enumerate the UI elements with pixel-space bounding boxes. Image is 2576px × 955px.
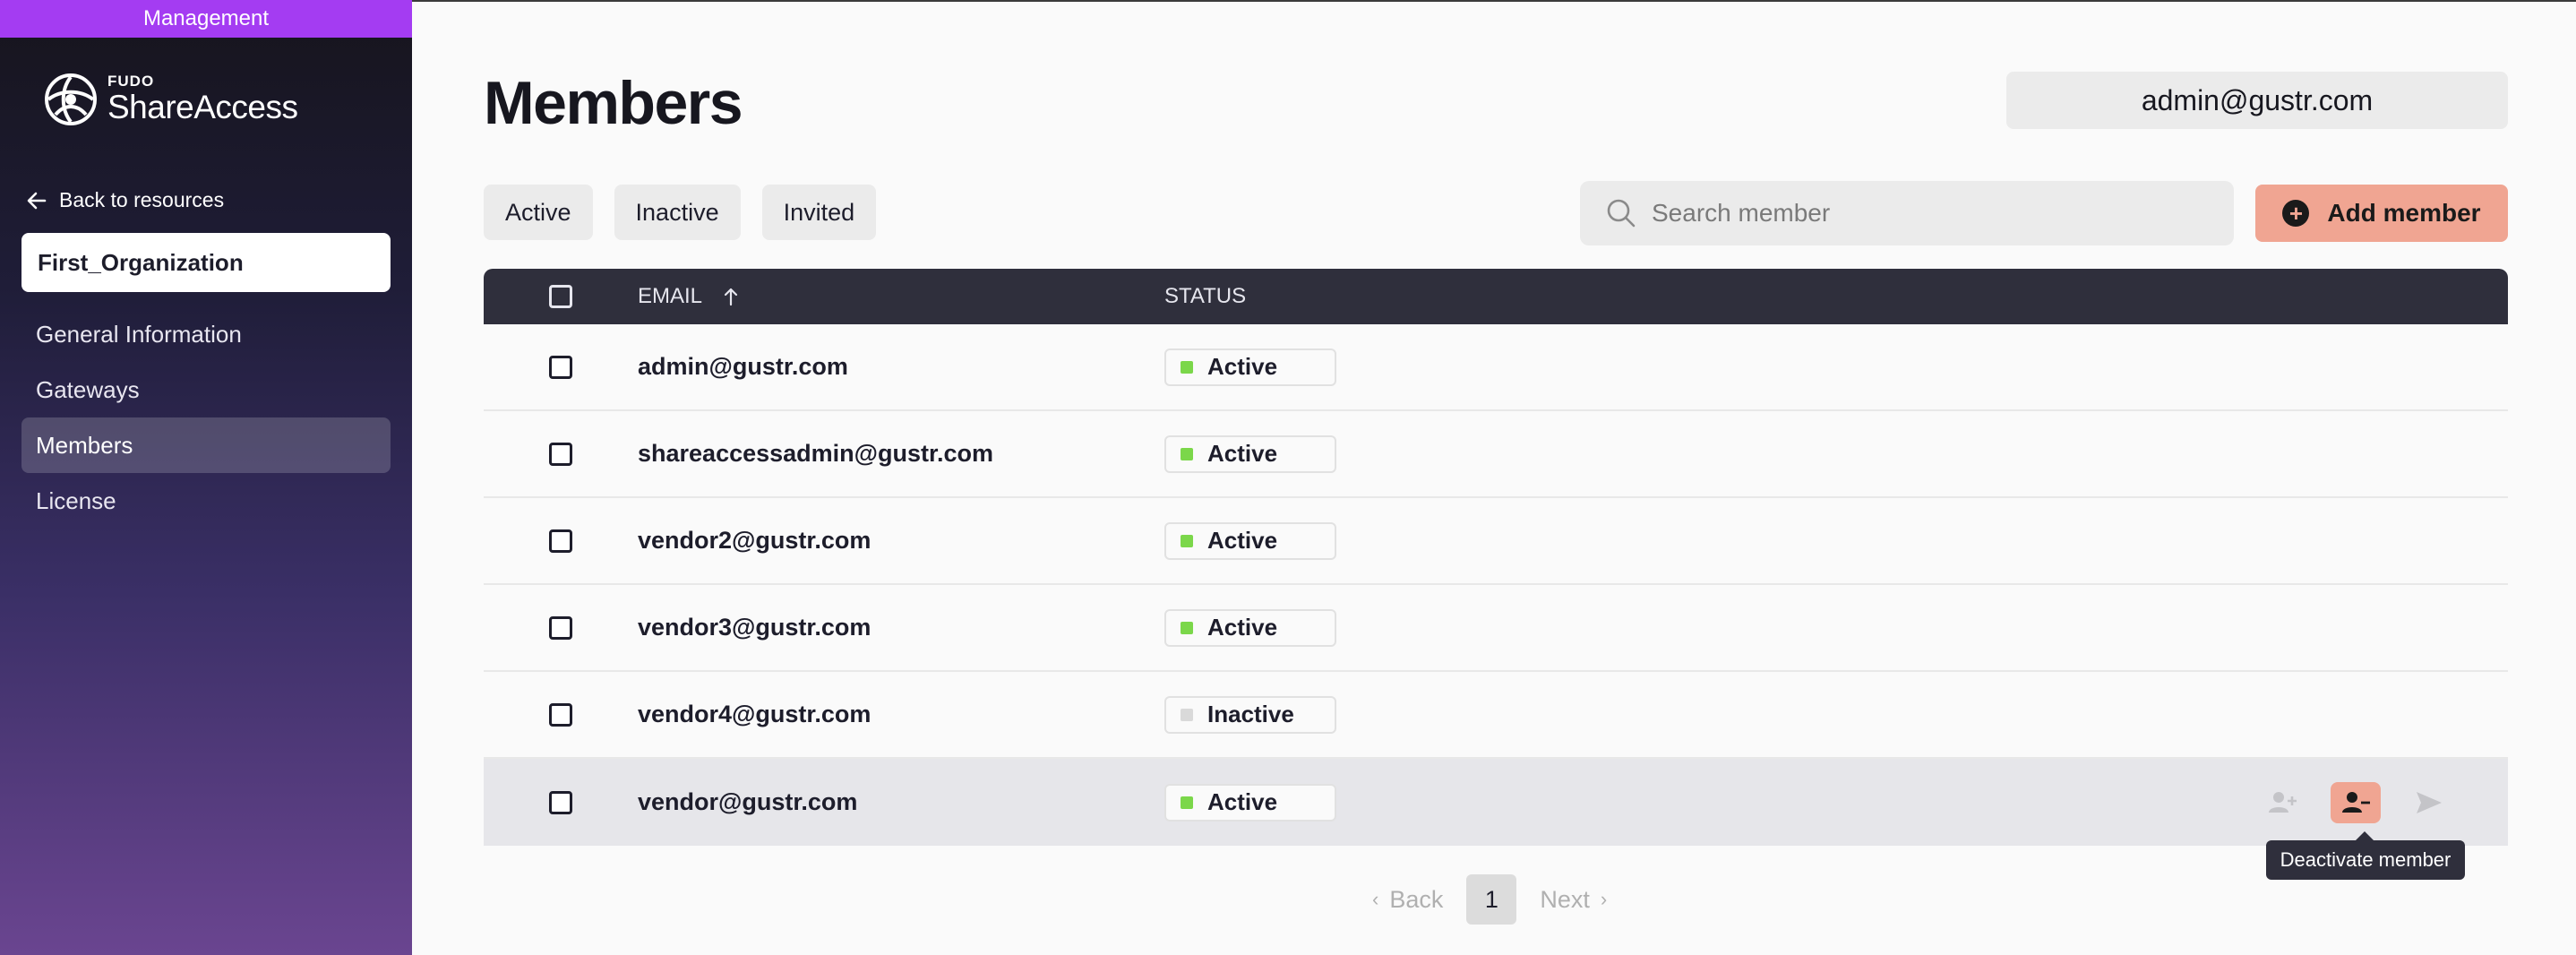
app-logo[interactable]: FUDO ShareAccess [43, 72, 298, 127]
table-row[interactable]: shareaccessadmin@gustr.com Active [484, 411, 2508, 498]
status-dot [1181, 796, 1193, 809]
send-invite-button[interactable] [2404, 782, 2454, 823]
status-dot [1181, 360, 1193, 374]
page-title: Members [484, 69, 743, 137]
status-dot [1181, 534, 1193, 547]
status-label: Active [1207, 614, 1278, 641]
search-input[interactable] [1652, 181, 2234, 245]
sidebar-nav: General Information Gateways Members Lic… [21, 306, 391, 529]
sidebar-item-general-information[interactable]: General Information [21, 306, 391, 362]
status-badge: Active [1164, 434, 1336, 473]
plus-circle-icon: + [2282, 200, 2310, 227]
email-header-label: EMAIL [638, 284, 703, 308]
user-menu-button[interactable]: admin@gustr.com [2006, 72, 2508, 129]
status-filters: Active Inactive Invited [484, 185, 897, 240]
status-label: Active [1207, 527, 1278, 554]
member-email: admin@gustr.com [638, 353, 848, 380]
activate-member-button[interactable] [2257, 782, 2307, 823]
search-box [1580, 181, 2234, 245]
select-all-checkbox[interactable] [549, 285, 572, 308]
logo-icon [45, 73, 97, 125]
status-label: Active [1207, 440, 1278, 467]
status-badge: Active [1164, 783, 1336, 822]
row-checkbox[interactable] [549, 702, 572, 727]
arrow-left-icon [27, 192, 47, 209]
add-member-button[interactable]: + Add member [2255, 185, 2508, 242]
management-banner: Management [0, 0, 412, 38]
brand-small: FUDO [107, 73, 155, 90]
status-dot [1181, 621, 1193, 634]
status-label: Inactive [1207, 701, 1294, 727]
status-column-header: STATUS [1164, 284, 1247, 308]
row-actions [2060, 781, 2508, 823]
pagination-back-label: Back [1389, 885, 1444, 913]
sidebar-item-members[interactable]: Members [21, 417, 391, 473]
status-badge: Active [1164, 608, 1336, 647]
sidebar-item-gateways[interactable]: Gateways [21, 362, 391, 417]
sidebar-item-license[interactable]: License [21, 473, 391, 529]
search-icon [1607, 199, 1636, 228]
pagination-next-button[interactable]: Next › [1540, 886, 1618, 914]
members-table: EMAIL STATUS admin@gustr.com Active shar… [484, 269, 2508, 846]
deactivate-member-tooltip: Deactivate member [2266, 831, 2465, 880]
activate-member-icon [2269, 791, 2297, 813]
filter-invited-button[interactable]: Invited [761, 185, 877, 240]
status-badge: Active [1164, 348, 1336, 386]
status-dot [1181, 447, 1193, 460]
pagination-back-button[interactable]: ‹ Back [1361, 886, 1443, 914]
status-dot [1181, 708, 1193, 721]
add-member-label: Add member [2327, 199, 2481, 227]
member-email: vendor3@gustr.com [638, 614, 872, 641]
pagination: ‹ Back 1 Next › [1361, 874, 1618, 925]
status-label: Active [1207, 353, 1278, 380]
email-column-header[interactable]: EMAIL [638, 284, 1164, 309]
member-email: vendor@gustr.com [638, 788, 858, 815]
back-to-resources-link[interactable]: Back to resources [25, 188, 224, 212]
brand-name: ShareAccess [107, 89, 298, 125]
table-header: EMAIL STATUS [484, 269, 2508, 324]
member-email: vendor4@gustr.com [638, 701, 872, 727]
pagination-page-button[interactable]: 1 [1466, 874, 1517, 925]
table-row[interactable]: vendor@gustr.com Active [484, 759, 2508, 846]
table-row[interactable]: vendor3@gustr.com Active [484, 585, 2508, 672]
chevron-left-icon: ‹ [1372, 888, 1379, 910]
table-row[interactable]: vendor4@gustr.com Inactive [484, 672, 2508, 759]
row-checkbox[interactable] [549, 790, 572, 814]
table-row[interactable]: vendor2@gustr.com Active [484, 498, 2508, 585]
member-email: vendor2@gustr.com [638, 527, 872, 554]
status-badge: Inactive [1164, 695, 1336, 734]
member-email: shareaccessadmin@gustr.com [638, 440, 994, 467]
row-checkbox[interactable] [549, 529, 572, 553]
send-invite-icon [2417, 791, 2442, 813]
filter-inactive-button[interactable]: Inactive [614, 185, 741, 240]
deactivate-member-icon [2342, 791, 2370, 813]
organization-selector[interactable]: First_Organization [21, 233, 391, 292]
back-link-label: Back to resources [59, 188, 225, 211]
status-label: Active [1207, 788, 1278, 815]
filter-active-button[interactable]: Active [484, 185, 593, 240]
table-row[interactable]: admin@gustr.com Active [484, 324, 2508, 411]
sidebar: Management FUDO ShareAccess Back to reso… [0, 0, 412, 955]
status-badge: Active [1164, 521, 1336, 560]
sort-ascending-icon [724, 288, 738, 306]
row-checkbox[interactable] [549, 442, 572, 466]
pagination-next-label: Next [1540, 885, 1590, 913]
row-checkbox[interactable] [549, 615, 572, 640]
chevron-right-icon: › [1600, 888, 1608, 910]
row-checkbox[interactable] [549, 355, 572, 379]
deactivate-member-button[interactable] [2331, 781, 2381, 823]
